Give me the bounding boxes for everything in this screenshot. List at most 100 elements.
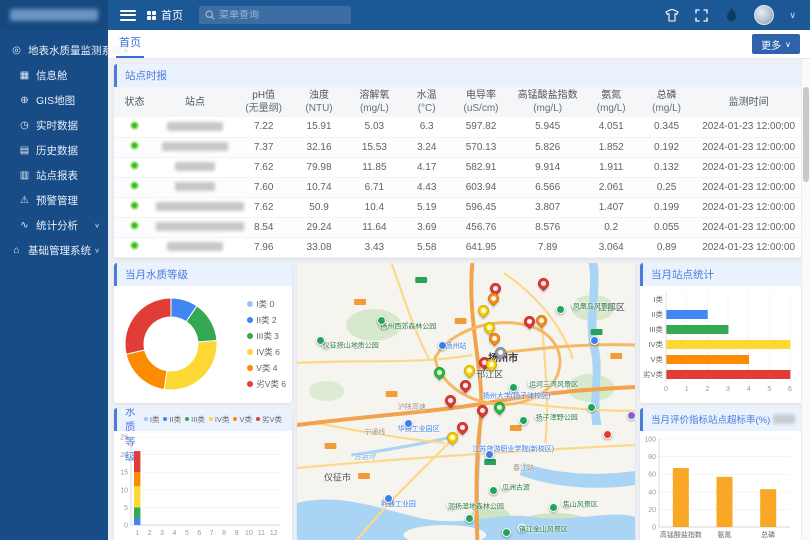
map-label: 凤凰岛风景区 bbox=[572, 301, 581, 310]
sidebar-item-info-cabin[interactable]: ▦信息舱 bbox=[0, 63, 108, 88]
sidebar-item-statistics-analysis[interactable]: ∿统计分析∨ bbox=[0, 213, 108, 238]
cell-timestamp: 2024-01-23 12:00:00 bbox=[694, 137, 801, 157]
status-dot bbox=[130, 181, 139, 190]
sidebar-item-alert-management[interactable]: ⚠预警管理 bbox=[0, 188, 108, 213]
sidebar-item-station-report[interactable]: ▥站点报表 bbox=[0, 163, 108, 188]
station-pin-red[interactable] bbox=[455, 419, 471, 435]
breadcrumb-home[interactable]: 首页 bbox=[147, 7, 183, 23]
top-bar: 首页 ∨ bbox=[0, 0, 810, 30]
station-pin-gray[interactable] bbox=[492, 344, 508, 360]
table-row[interactable]: 7.6279.9811.854.17582.919.9141.9110.1322… bbox=[114, 157, 801, 177]
chevron-down-icon: ∨ bbox=[94, 247, 100, 254]
user-menu-caret-icon[interactable]: ∨ bbox=[789, 10, 796, 21]
svg-text:10: 10 bbox=[120, 487, 128, 494]
svg-text:II类: II类 bbox=[651, 309, 663, 319]
search-input[interactable] bbox=[219, 10, 334, 21]
station-pin-yellow[interactable] bbox=[462, 363, 478, 379]
legend-item[interactable]: III类 bbox=[185, 414, 205, 425]
svg-text:40: 40 bbox=[648, 489, 656, 496]
sidebar-toggle-icon[interactable] bbox=[120, 10, 136, 21]
legend-item[interactable]: IV类 6 bbox=[247, 346, 286, 358]
legend-item[interactable]: V类 4 bbox=[247, 362, 286, 374]
legend-dot bbox=[247, 317, 253, 323]
table-row[interactable]: 7.6010.746.714.43603.946.5662.0610.25202… bbox=[114, 177, 801, 197]
station-pin-red[interactable] bbox=[536, 275, 552, 291]
svg-text:15: 15 bbox=[120, 469, 128, 476]
table-row[interactable]: 7.3732.1615.533.24570.135.8261.8520.1922… bbox=[114, 137, 801, 157]
map-poi-marker bbox=[587, 403, 596, 412]
blurred-chip bbox=[773, 414, 795, 424]
legend-item[interactable]: IV类 bbox=[209, 414, 230, 425]
cell-value: 0.25 bbox=[639, 177, 694, 197]
gis-map[interactable]: 扬州市江都区仪征市邗江区沪陕高速春江路宁通线古运河仪征捺山地质公园扬州西郊森林公… bbox=[297, 263, 635, 540]
flame-icon[interactable] bbox=[724, 8, 739, 23]
sidebar-item-label: 统计分析 bbox=[36, 218, 78, 233]
station-pin-yellow[interactable] bbox=[445, 430, 461, 446]
column-header: 状态 bbox=[114, 87, 155, 117]
legend-item[interactable]: 劣V类 6 bbox=[247, 378, 286, 390]
panel-title-text: 当月水质等级 bbox=[125, 267, 188, 282]
dashboard-scroll-area: 站点时报 状态站点pH值(无量纲)浊度(NTU)溶解氧(mg/L)水温(°C)电… bbox=[108, 59, 801, 540]
station-pin-orange[interactable] bbox=[534, 312, 550, 328]
sidebar-item-label: 实时数据 bbox=[36, 118, 78, 133]
cell-value: 597.82 bbox=[450, 117, 512, 137]
exceed-rate-title: 当月评价指标站点超标率(%) bbox=[640, 408, 801, 431]
legend-item[interactable]: I类 bbox=[144, 414, 160, 425]
table-row[interactable]: 7.2215.915.036.3597.825.9454.0510.345202… bbox=[114, 117, 801, 137]
table-row[interactable]: 7.9633.083.435.58641.957.893.0640.892024… bbox=[114, 237, 801, 257]
station-pin-green[interactable] bbox=[432, 364, 448, 380]
svg-text:100: 100 bbox=[644, 436, 656, 443]
station-name-blurred bbox=[175, 182, 215, 191]
svg-text:I类: I类 bbox=[653, 294, 663, 304]
map-poi-marker bbox=[316, 336, 325, 345]
svg-text:7: 7 bbox=[210, 530, 214, 537]
table-row[interactable]: 7.6250.910.45.19596.453.8071.4070.199202… bbox=[114, 197, 801, 217]
station-pin-green[interactable] bbox=[491, 400, 507, 416]
home-label: 首页 bbox=[161, 7, 183, 23]
scrollbar-thumb[interactable] bbox=[803, 87, 809, 182]
sidebar-item-surface-water-system[interactable]: ◎地表水质量监测系统∧ bbox=[0, 38, 108, 63]
station-pin-red[interactable] bbox=[443, 392, 459, 408]
legend-label: IV类 bbox=[215, 414, 230, 425]
station-pin-orange[interactable] bbox=[486, 291, 502, 307]
legend-item[interactable]: 劣V类 bbox=[256, 414, 282, 425]
map-poi-marker bbox=[502, 528, 511, 537]
sidebar-item-gis-map[interactable]: ⊕GIS地图 bbox=[0, 88, 108, 113]
station-report-card: 站点时报 状态站点pH值(无量纲)浊度(NTU)溶解氧(mg/L)水温(°C)电… bbox=[114, 64, 801, 258]
station-pin-red[interactable] bbox=[458, 377, 474, 393]
map-label: 宁通线 bbox=[364, 427, 385, 437]
user-avatar[interactable] bbox=[754, 5, 774, 25]
cell-value: 6.3 bbox=[403, 117, 450, 137]
menu-search[interactable] bbox=[199, 6, 351, 24]
sidebar-item-history-data[interactable]: ▤历史数据 bbox=[0, 138, 108, 163]
cell-value: 2.061 bbox=[584, 177, 639, 197]
legend-item[interactable]: II类 2 bbox=[247, 314, 286, 326]
cell-value: 7.22 bbox=[235, 117, 292, 137]
svg-text:5: 5 bbox=[767, 386, 771, 393]
table-row[interactable]: 8.5429.2411.643.69456.768.5760.20.055202… bbox=[114, 217, 801, 237]
monthly-grade-title: 当月水质等级 bbox=[114, 263, 292, 286]
cell-value: 4.17 bbox=[403, 157, 450, 177]
cell-timestamp: 2024-01-23 12:00:00 bbox=[694, 197, 801, 217]
legend-label: V类 bbox=[239, 414, 252, 425]
sidebar-item-base-management-system[interactable]: ⌂基础管理系统∨ bbox=[0, 238, 108, 263]
map-label: 江都区 bbox=[598, 300, 625, 313]
legend-item[interactable]: II类 bbox=[163, 414, 181, 425]
cell-value: 456.76 bbox=[450, 217, 512, 237]
svg-text:5: 5 bbox=[124, 504, 128, 511]
fullscreen-icon[interactable] bbox=[694, 8, 709, 23]
station-pin-red[interactable] bbox=[474, 402, 490, 418]
station-pin-yellow[interactable] bbox=[475, 303, 491, 319]
cell-value: 3.24 bbox=[403, 137, 450, 157]
theme-skin-icon[interactable] bbox=[664, 8, 679, 23]
more-button[interactable]: 更多 ∨ bbox=[752, 34, 800, 54]
cell-value: 32.16 bbox=[292, 137, 345, 157]
sidebar-item-realtime-data[interactable]: ◷实时数据 bbox=[0, 113, 108, 138]
legend-item[interactable]: V类 bbox=[233, 414, 252, 425]
column-header: 溶解氧(mg/L) bbox=[346, 87, 403, 117]
legend-item[interactable]: I类 0 bbox=[247, 298, 286, 310]
cell-value: 7.37 bbox=[235, 137, 292, 157]
map-label: 古运河 bbox=[354, 452, 375, 462]
legend-dot bbox=[144, 417, 148, 421]
legend-item[interactable]: III类 3 bbox=[247, 330, 286, 342]
